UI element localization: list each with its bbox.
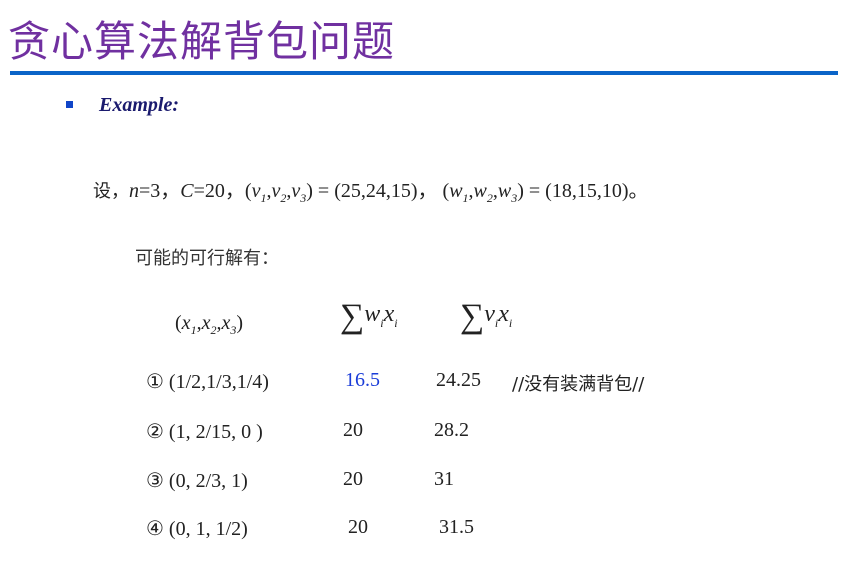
header-weight-sum: ∑wixi: [340, 298, 398, 336]
weights-vector: ) = (18,15,10)。: [517, 180, 649, 202]
problem-statement: 设，n=3，C=20，(v1,v2,v3) = (25,24,15)， (w1,…: [93, 180, 649, 205]
v-var: v: [291, 180, 301, 202]
row-1-comment: //没有装满背包//: [512, 374, 645, 395]
w-var: w: [364, 301, 381, 327]
x-var: x: [498, 301, 509, 327]
values-vector: ) = (25,24,15)，: [306, 180, 438, 202]
sub: 1: [260, 191, 267, 205]
sub: 1: [190, 323, 197, 337]
sub: 2: [280, 191, 287, 205]
feasible-label: 可能的可行解有：: [135, 248, 279, 269]
row-4-solution: ④ (0, 1, 1/2): [146, 518, 248, 540]
row-3-solution: ③ (0, 2/3, 1): [146, 470, 248, 492]
sigma-symbol: ∑: [460, 298, 485, 335]
row-3-weight: 20: [343, 468, 363, 490]
lead-text: 设，: [93, 181, 129, 202]
row-3-value: 31: [434, 468, 454, 490]
sub: 2: [210, 323, 217, 337]
title-divider: [10, 71, 838, 75]
row-4-value: 31.5: [439, 516, 474, 538]
w-var: w: [449, 180, 463, 202]
x-var: x: [181, 312, 191, 334]
w-var: w: [473, 180, 487, 202]
bullet-square-icon: [66, 101, 73, 108]
n-var: n: [129, 180, 139, 202]
sub: i: [508, 315, 513, 330]
c-var: C: [180, 180, 194, 202]
c-value: =20，: [193, 180, 245, 202]
sub: 2: [486, 191, 493, 205]
header-value-sum: ∑vixi: [460, 298, 512, 336]
row-1-value: 24.25: [436, 369, 481, 391]
x-var: x: [221, 312, 231, 334]
n-value: =3，: [139, 180, 181, 202]
row-1-solution: ① (1/2,1/3,1/4): [146, 371, 269, 393]
row-1-weight: 16.5: [345, 369, 380, 391]
sigma-symbol: ∑: [340, 298, 365, 335]
row-2-solution: ② (1, 2/15, 0 ): [146, 421, 263, 443]
row-4-weight: 20: [348, 516, 368, 538]
sub: 1: [462, 191, 469, 205]
paren: (: [244, 180, 252, 202]
slide-title: 贪心算法解背包问题: [8, 17, 396, 66]
header-x-vector: (x1,x2,x3): [175, 312, 244, 337]
sub: i: [394, 315, 398, 330]
v-var: v: [484, 301, 495, 327]
slide: 贪心算法解背包问题 Example: 设，n=3，C=20，(v1,v2,v3)…: [0, 0, 847, 563]
sub: 3: [230, 323, 237, 337]
x-var: x: [383, 301, 395, 327]
row-2-value: 28.2: [434, 419, 469, 441]
row-2-weight: 20: [343, 419, 363, 441]
w-var: w: [497, 180, 512, 202]
example-label: Example:: [99, 94, 179, 116]
